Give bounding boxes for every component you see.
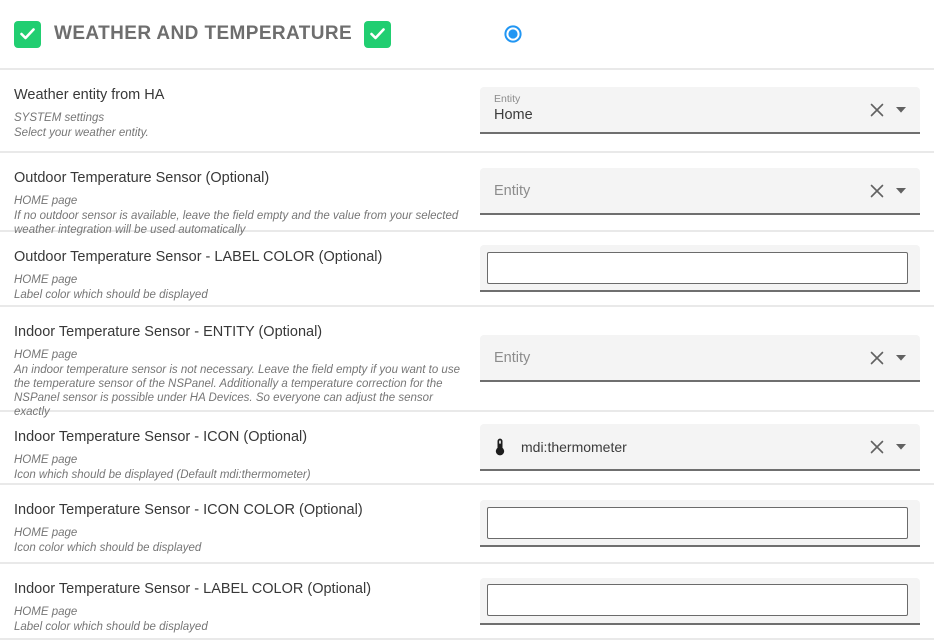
row-description: Icon which should be displayed (Default … [14,468,462,482]
row-text: Indoor Temperature Sensor - ICON (Option… [0,412,480,483]
row-context: HOME page [14,526,462,540]
weather-entity-select[interactable]: Entity Home [480,87,920,134]
select-text: Entity Home [480,95,870,124]
indoor-sensor-entity-select[interactable]: Entity [480,335,920,382]
form-row-weather-entity: Weather entity from HA SYSTEM settings S… [0,70,934,153]
dropdown-arrow-icon[interactable] [896,107,906,113]
select-placeholder: Entity [480,183,870,199]
row-input-area: mdi:thermometer [480,412,920,483]
form-row-outdoor-sensor: Outdoor Temperature Sensor (Optional) HO… [0,153,934,232]
dropdown-arrow-icon[interactable] [896,444,906,450]
indoor-icon-select[interactable]: mdi:thermometer [480,424,920,471]
row-text: Indoor Temperature Sensor - LABEL COLOR … [0,564,480,638]
thermometer-icon [490,437,510,457]
row-label: Outdoor Temperature Sensor (Optional) [14,169,462,187]
select-field-label: Entity [494,93,870,105]
indoor-icon-color-input[interactable] [487,507,908,539]
row-context: HOME page [14,348,462,362]
row-input-area: Entity [480,307,920,410]
row-description: Select your weather entity. [14,126,462,140]
row-label: Indoor Temperature Sensor - ENTITY (Opti… [14,323,462,341]
clear-x-icon[interactable] [870,184,884,198]
form-row-indoor-entity: Indoor Temperature Sensor - ENTITY (Opti… [0,307,934,412]
indoor-icon-color-field [480,500,920,547]
checked-checkbox-icon[interactable] [14,21,41,48]
form-row-indoor-icon: Indoor Temperature Sensor - ICON (Option… [0,412,934,485]
form-row-indoor-icon-color: Indoor Temperature Sensor - ICON COLOR (… [0,485,934,564]
row-text: Indoor Temperature Sensor - ICON COLOR (… [0,485,480,562]
row-text: Indoor Temperature Sensor - ENTITY (Opti… [0,307,480,410]
indoor-label-color-field [480,578,920,625]
row-label: Indoor Temperature Sensor - ICON COLOR (… [14,501,462,519]
radio-selected-icon[interactable] [504,25,522,43]
row-text: Outdoor Temperature Sensor (Optional) HO… [0,153,480,230]
row-context: SYSTEM settings [14,111,462,125]
row-context: HOME page [14,605,462,619]
row-label: Outdoor Temperature Sensor - LABEL COLOR… [14,248,462,266]
indoor-label-color-input[interactable] [487,584,908,616]
row-label: Weather entity from HA [14,86,462,104]
row-description: Label color which should be displayed [14,288,462,302]
outdoor-sensor-entity-select[interactable]: Entity [480,168,920,215]
row-context: HOME page [14,453,462,467]
select-value: mdi:thermometer [521,439,870,455]
row-description: Label color which should be displayed [14,620,462,634]
row-input-area [480,564,920,638]
row-input-area: Entity Home [480,70,920,151]
section-header: WEATHER AND TEMPERATURE [0,0,934,70]
select-value: Home [494,107,870,124]
section-title: WEATHER AND TEMPERATURE [54,23,352,45]
row-description: Icon color which should be displayed [14,541,462,555]
row-label: Indoor Temperature Sensor - ICON (Option… [14,428,462,446]
checked-checkbox-icon[interactable] [364,21,391,48]
checkmark-icon [20,28,35,40]
row-description: An indoor temperature sensor is not nece… [14,363,462,419]
row-text: Outdoor Temperature Sensor - LABEL COLOR… [0,232,480,305]
clear-x-icon[interactable] [870,103,884,117]
row-input-area [480,485,920,562]
row-text: Weather entity from HA SYSTEM settings S… [0,70,480,151]
checkmark-icon [370,28,385,40]
outdoor-label-color-field [480,245,920,292]
form-row-indoor-label-color: Indoor Temperature Sensor - LABEL COLOR … [0,564,934,640]
form-row-outdoor-label-color: Outdoor Temperature Sensor - LABEL COLOR… [0,232,934,307]
clear-x-icon[interactable] [870,351,884,365]
outdoor-label-color-input[interactable] [487,252,908,284]
row-input-area: Entity [480,153,920,230]
row-context: HOME page [14,273,462,287]
row-label: Indoor Temperature Sensor - LABEL COLOR … [14,580,462,598]
clear-x-icon[interactable] [870,440,884,454]
dropdown-arrow-icon[interactable] [896,355,906,361]
dropdown-arrow-icon[interactable] [896,188,906,194]
row-context: HOME page [14,194,462,208]
row-input-area [480,232,920,305]
select-placeholder: Entity [480,350,870,366]
